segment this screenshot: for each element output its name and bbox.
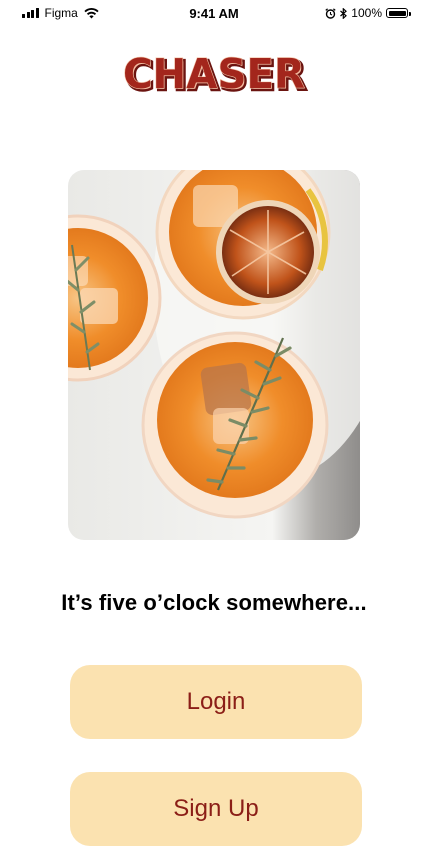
chaser-logo: CHASER CHASER (122, 49, 308, 98)
status-bar: Figma 9:41 AM 100% (0, 0, 428, 28)
battery-icon (386, 8, 411, 18)
tagline: It’s five o’clock somewhere... (61, 590, 367, 615)
login-button[interactable]: Login (70, 665, 362, 739)
alarm-icon (325, 7, 336, 19)
battery-percent: 100% (351, 6, 382, 20)
cocktail-illustration (68, 170, 360, 540)
bluetooth-icon (340, 7, 348, 19)
logo-text: CHASER (123, 50, 305, 98)
status-right: 100% (325, 6, 411, 20)
signup-button[interactable]: Sign Up (70, 772, 362, 846)
hero-image (68, 170, 360, 540)
